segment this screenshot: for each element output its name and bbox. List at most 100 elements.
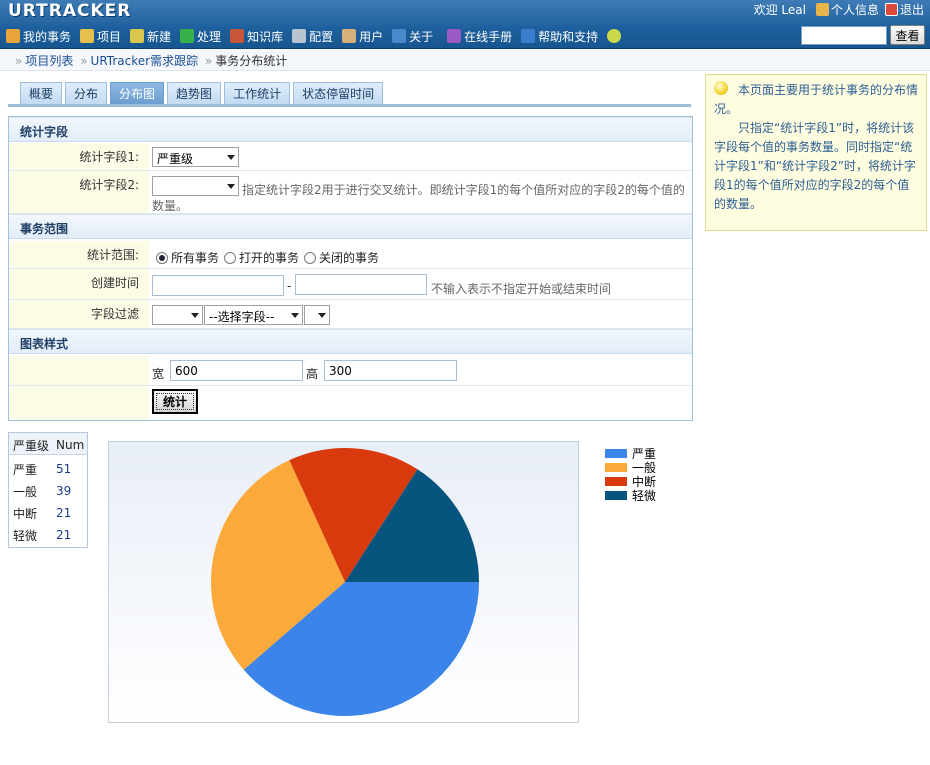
pie-chart <box>211 448 479 716</box>
logout-link[interactable]: 退出 <box>884 1 924 18</box>
home-icon <box>6 29 20 43</box>
chevron-down-icon <box>291 313 299 318</box>
section-title: 事务范围 <box>20 222 69 236</box>
nav-help[interactable]: 帮助和支持 <box>521 28 598 45</box>
filter-label: 字段过滤 <box>90 307 139 321</box>
help-icon <box>521 29 536 43</box>
radio-selected-icon <box>156 251 168 264</box>
gear-icon <box>292 29 307 43</box>
legend-swatch <box>605 448 627 458</box>
row-created: 创建时间 - 不输入表示不指定开始或结束时间 <box>9 269 692 300</box>
section-style: 图表样式 <box>9 329 692 354</box>
nav-manual[interactable]: 在线手册 <box>447 28 512 45</box>
column-header: 严重级 <box>13 439 50 453</box>
lightbulb-icon <box>714 81 728 95</box>
tab-distribution-chart[interactable]: 分布图 <box>110 82 165 104</box>
nav-process[interactable]: 处理 <box>180 28 221 45</box>
info-icon <box>392 29 407 43</box>
breadcrumb-current: 事务分布统计 <box>215 54 288 68</box>
logout-label: 退出 <box>899 3 924 17</box>
nav-about[interactable]: 关于 <box>392 28 433 45</box>
row-filter: 字段过滤 --选择字段-- <box>9 300 692 329</box>
scope-all-radio[interactable]: 所有事务 <box>156 249 219 266</box>
nav-label: 新建 <box>147 29 172 44</box>
scope-closed-radio[interactable]: 关闭的事务 <box>304 249 379 266</box>
filter-field-select[interactable]: --选择字段-- <box>204 305 303 325</box>
tab-state-duration[interactable]: 状态停留时间 <box>293 82 384 104</box>
tab-summary[interactable]: 概要 <box>20 82 63 104</box>
top-bar: URTRACKER 欢迎 Leal 个人信息 退出 我的事务 项目 新建 处理 <box>0 0 930 49</box>
nav-extra[interactable] <box>607 29 624 43</box>
width-input[interactable] <box>170 360 303 381</box>
star-icon <box>607 29 622 43</box>
row-name: 轻微 <box>13 529 38 543</box>
filter-value-select[interactable] <box>304 305 330 325</box>
new-form-icon <box>130 29 145 43</box>
nav-new[interactable]: 新建 <box>130 28 171 45</box>
width-label: 宽 <box>152 367 165 381</box>
section-title: 图表样式 <box>20 337 69 351</box>
field1-label: 统计字段1: <box>79 150 139 164</box>
submit-stats-button[interactable]: 统计 <box>152 389 198 414</box>
field2-hint-cont: 数量。 <box>152 199 189 213</box>
row-size: 宽 高 <box>9 356 692 386</box>
height-label: 高 <box>306 367 319 381</box>
created-to-input[interactable] <box>295 274 427 295</box>
nav-my-issues[interactable]: 我的事务 <box>6 28 71 45</box>
nav-label: 用户 <box>359 29 384 44</box>
profile-label: 个人信息 <box>830 3 879 17</box>
user-bar: 欢迎 Leal 个人信息 退出 <box>754 1 924 18</box>
tab-trend[interactable]: 趋势图 <box>167 82 222 104</box>
nav-users[interactable]: 用户 <box>342 28 383 45</box>
check-icon <box>180 29 195 43</box>
height-input[interactable] <box>324 360 457 381</box>
nav-label: 处理 <box>197 29 222 44</box>
section-scope: 事务范围 <box>9 214 692 239</box>
tab-underline <box>8 104 691 107</box>
app-logo: URTRACKER <box>8 1 132 21</box>
nav-label: 关于 <box>409 29 434 44</box>
profile-link[interactable]: 个人信息 <box>815 1 879 18</box>
legend-swatch <box>605 476 627 486</box>
radio-icon <box>224 251 236 264</box>
profile-icon <box>815 3 829 16</box>
created-from-input[interactable] <box>152 275 284 296</box>
row-num: 39 <box>56 484 72 498</box>
filter-op-select[interactable] <box>152 305 203 325</box>
scope-label: 统计范围: <box>86 248 139 262</box>
breadcrumb-project[interactable]: URTracker需求跟踪 <box>91 54 199 68</box>
scope-open-radio[interactable]: 打开的事务 <box>224 249 299 266</box>
search-button[interactable]: 查看 <box>890 25 925 45</box>
row-field2: 统计字段2: 指定统计字段2用于进行交叉统计。即统计字段1的每个值所对应的字段2… <box>9 171 692 214</box>
chart-legend: 严重 一般 中断 轻微 <box>605 446 656 503</box>
summary-table: 严重级 Num 严重 51 一般 39 中断 21 轻微 21 <box>8 432 88 548</box>
users-icon <box>342 29 357 43</box>
logout-icon <box>884 3 898 16</box>
nav-knowledge[interactable]: 知识库 <box>230 28 283 45</box>
nav-label: 在线手册 <box>464 29 513 44</box>
search-input[interactable] <box>801 26 887 45</box>
field1-select[interactable]: 严重级 <box>152 147 239 167</box>
row-num: 21 <box>56 528 72 542</box>
breadcrumb-projects[interactable]: 项目列表 <box>25 54 73 68</box>
column-header: Num <box>56 438 85 452</box>
nav-config[interactable]: 配置 <box>292 28 333 45</box>
field2-select[interactable] <box>152 176 239 196</box>
tab-distribution[interactable]: 分布 <box>65 82 108 104</box>
row-name: 严重 <box>13 463 38 477</box>
tab-work-stats[interactable]: 工作统计 <box>224 82 291 104</box>
stats-form: 统计字段 统计字段1: 严重级 统计字段2: 指定统计字段2用于进行交叉统计。即… <box>8 116 693 421</box>
nav-projects[interactable]: 项目 <box>80 28 121 45</box>
stats-tabs: 概要 分布 分布图 趋势图 工作统计 状态停留时间 <box>20 82 386 104</box>
nav-label: 知识库 <box>247 29 284 44</box>
chevron-down-icon <box>227 184 235 189</box>
row-name: 一般 <box>13 485 38 499</box>
books-icon <box>230 29 245 43</box>
field2-hint: 指定统计字段2用于进行交叉统计。即统计字段1的每个值所对应的字段2的每个值的 <box>242 183 685 197</box>
breadcrumb: » 项目列表 » URTracker需求跟踪 » 事务分布统计 <box>0 49 930 71</box>
legend-item: 轻微 <box>605 488 656 503</box>
row-num: 51 <box>56 462 72 476</box>
welcome-text: 欢迎 Leal <box>753 3 806 17</box>
manual-icon <box>447 29 462 43</box>
radio-icon <box>304 251 316 264</box>
